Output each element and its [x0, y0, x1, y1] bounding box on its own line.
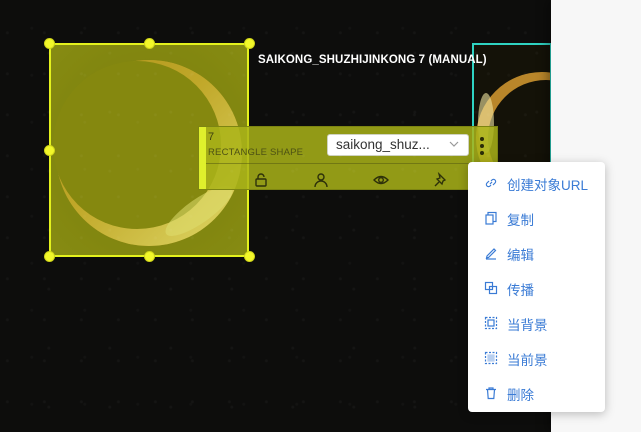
menu-item-label: 编辑 [507, 248, 534, 263]
user-icon[interactable] [313, 172, 329, 188]
edit-icon [485, 248, 497, 260]
menu-item-to-foreground[interactable]: 当前景 [468, 343, 605, 373]
more-vertical-icon[interactable] [474, 133, 490, 159]
shape-title-label: SAIKONG_SHUZHIJINKONG 7 (MANUAL) [258, 54, 487, 66]
resize-handle-bottom-right[interactable] [244, 251, 255, 262]
menu-item-label: 删除 [507, 388, 534, 403]
menu-item-label: 当前景 [507, 353, 548, 368]
to-foreground-icon [484, 351, 498, 365]
menu-item-to-background[interactable]: 当背景 [468, 308, 605, 338]
lock-icon[interactable] [253, 172, 269, 188]
resize-handle-bottom-left[interactable] [44, 251, 55, 262]
resize-handle-top-right[interactable] [244, 38, 255, 49]
menu-item-edit[interactable]: 编辑 [468, 238, 605, 268]
toolbar-accent [199, 127, 206, 189]
menu-item-propagate[interactable]: 传播 [468, 273, 605, 303]
chevron-down-icon [449, 141, 459, 147]
menu-item-label: 复制 [507, 213, 534, 228]
link-icon [485, 178, 497, 188]
menu-item-label: 传播 [507, 283, 534, 298]
resize-handle-bottom[interactable] [144, 251, 155, 262]
object-type: RECTANGLE SHAPE [208, 147, 304, 158]
label-select[interactable]: saikong_shuz... [327, 134, 469, 156]
delete-icon [486, 387, 496, 400]
resize-handle-top[interactable] [144, 38, 155, 49]
menu-item-label: 创建对象URL [507, 178, 589, 193]
eye-icon[interactable] [373, 172, 389, 188]
object-index: 7 [208, 131, 215, 143]
copy-icon [485, 211, 497, 225]
propagate-icon [484, 281, 498, 295]
pin-icon[interactable] [433, 172, 449, 188]
menu-item-delete[interactable]: 删除 [468, 378, 605, 408]
menu-item-label: 当背景 [507, 318, 548, 333]
toolbar-divider [206, 163, 497, 164]
context-menu: 创建对象URL 复制 编辑 传播 当背景 当前景 删除 [468, 162, 605, 412]
label-select-value: saikong_shuz... [336, 137, 430, 152]
resize-handle-left[interactable] [44, 145, 55, 156]
resize-handle-top-left[interactable] [44, 38, 55, 49]
menu-item-copy[interactable]: 复制 [468, 203, 605, 233]
object-toolbar: 7 RECTANGLE SHAPE saikong_shuz... [198, 126, 498, 190]
to-background-icon [484, 316, 498, 330]
menu-item-create-object-url[interactable]: 创建对象URL [468, 168, 605, 198]
